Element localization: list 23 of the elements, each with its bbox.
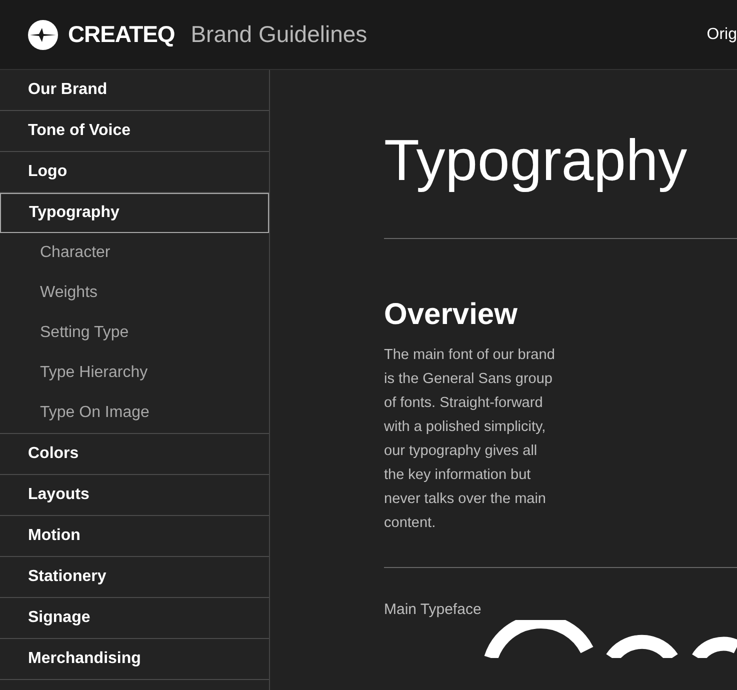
- sidebar-item[interactable]: Stationery: [0, 557, 269, 597]
- sidebar-item[interactable]: Our Brand: [0, 70, 269, 110]
- sidebar-item[interactable]: Logo: [0, 152, 269, 192]
- specimen-label: Main Typeface: [384, 600, 482, 620]
- logo-icon: [28, 20, 58, 50]
- nav-link[interactable]: Orig: [706, 22, 737, 46]
- sidebar-item[interactable]: Layouts: [0, 475, 269, 515]
- sidebar-item[interactable]: Merchandising: [0, 639, 269, 679]
- sidebar-item[interactable]: Typography: [0, 193, 269, 233]
- sidebar-item[interactable]: Colors: [0, 434, 269, 474]
- site-title: Brand Guidelines: [190, 20, 368, 50]
- brand-name: CREATEQ: [68, 20, 175, 50]
- sidebar-subitem[interactable]: Weights: [0, 273, 269, 313]
- sidebar-subitem[interactable]: Setting Type: [0, 313, 269, 353]
- sidebar-subitem[interactable]: Type On Image: [0, 393, 269, 433]
- sidebar-subitem[interactable]: Type Hierarchy: [0, 353, 269, 393]
- overview-paragraph: The main font of our brand is the General Sans group of fonts. Straight-forward with a polished simplicity, our typography gives all the key information but never talks over the main content.: [384, 346, 556, 533]
- sidebar-subitem[interactable]: Character: [0, 233, 269, 273]
- sidebar-item[interactable]: Signage: [0, 598, 269, 638]
- sidebar-item[interactable]: Motion: [0, 516, 269, 556]
- section-title: Overview: [384, 297, 518, 333]
- sidebar-item[interactable]: Tone of Voice: [0, 111, 269, 151]
- page-heading: Typography: [384, 127, 688, 195]
